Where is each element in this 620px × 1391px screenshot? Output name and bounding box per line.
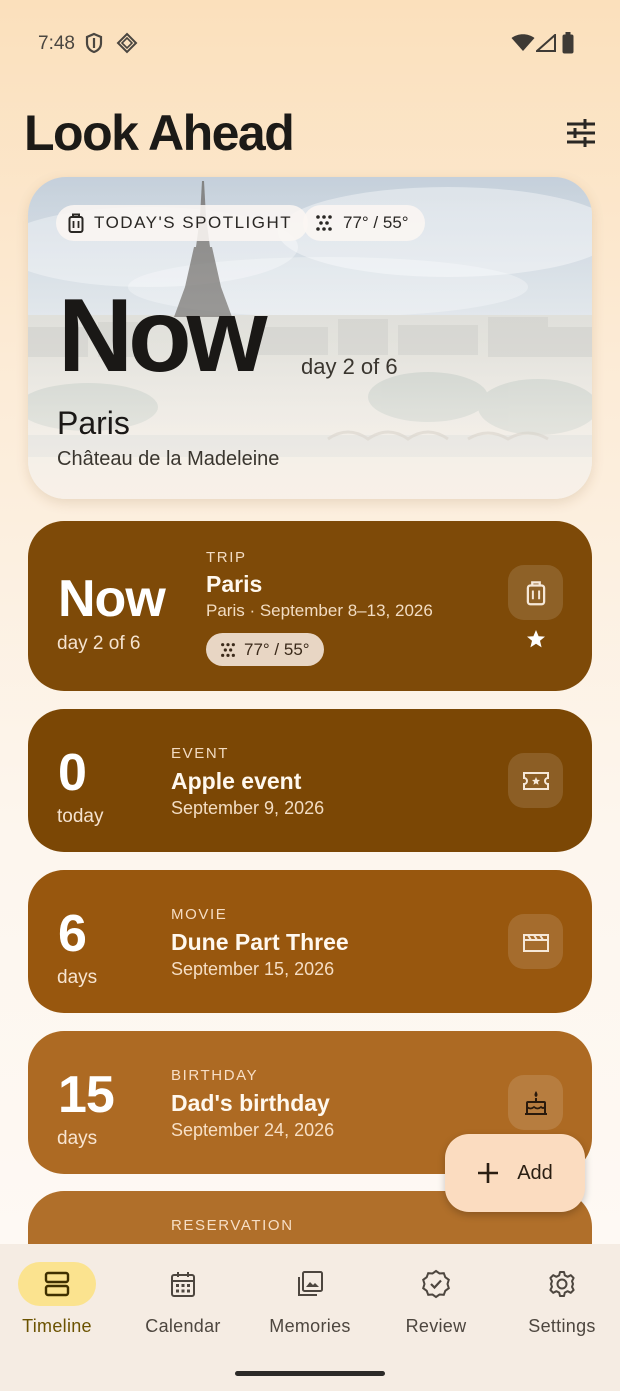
card-count: Now <box>58 570 166 628</box>
card-title: Dune Part Three <box>171 929 349 955</box>
card-title: Apple event <box>171 768 302 794</box>
card-title: Dad's birthday <box>171 1090 330 1116</box>
card-category: MOVIE <box>171 906 228 923</box>
page-title: Look Ahead <box>24 105 295 161</box>
star-icon[interactable] <box>526 629 546 649</box>
nav-item-review[interactable]: Review <box>374 1260 498 1340</box>
nav-item-calendar[interactable]: Calendar <box>121 1260 245 1340</box>
luggage-icon <box>68 213 84 233</box>
card-date: Paris · September 8–13, 2026 <box>206 601 433 620</box>
spotlight-badge: TODAY'S SPOTLIGHT <box>56 205 309 241</box>
nav-item-memories[interactable]: Memories <box>248 1260 372 1340</box>
card-icon-button[interactable] <box>508 914 563 969</box>
movie-icon <box>522 933 549 952</box>
weather-icon <box>316 215 332 231</box>
shield-icon <box>84 32 104 59</box>
add-button[interactable]: Add <box>445 1134 585 1212</box>
filter-button[interactable] <box>560 112 602 154</box>
status-bar: 7:48 <box>0 0 620 88</box>
battery-icon <box>562 32 574 59</box>
memories-icon <box>298 1271 323 1296</box>
card-icon-button[interactable] <box>508 753 563 808</box>
plus-icon <box>478 1163 499 1183</box>
card-unit: days <box>57 967 98 988</box>
nav-label: Settings <box>528 1316 596 1336</box>
nav-label: Calendar <box>145 1316 221 1336</box>
home-indicator[interactable] <box>235 1371 385 1376</box>
card-count: 15 <box>58 1066 115 1124</box>
calendar-icon <box>171 1272 195 1297</box>
card-unit: day 2 of 6 <box>57 633 141 654</box>
weather-chip: 77° / 55° <box>303 205 425 241</box>
nav-active-indicator <box>18 1262 96 1306</box>
timeline-card-event[interactable]: 0 today EVENT Apple event September 9, 2… <box>28 709 592 852</box>
nav-label: Memories <box>269 1316 351 1336</box>
ticket-icon <box>522 771 549 790</box>
card-date: September 24, 2026 <box>171 1120 335 1140</box>
card-unit: days <box>57 1128 98 1149</box>
timeline-icon <box>44 1271 70 1297</box>
status-time: 7:48 <box>38 33 75 54</box>
nav-label: Timeline <box>22 1316 92 1336</box>
add-button-label: Add <box>517 1161 553 1184</box>
card-icon-button[interactable] <box>508 1075 563 1130</box>
card-weather-label: 77° / 55° <box>244 639 310 659</box>
weather-chip-label: 77° / 55° <box>343 213 409 232</box>
card-category: RESERVATION <box>171 1217 294 1234</box>
nav-item-timeline[interactable]: Timeline <box>0 1260 119 1340</box>
card-date: September 15, 2026 <box>171 959 335 979</box>
cake-icon <box>524 1090 547 1115</box>
weather-icon <box>221 642 235 657</box>
vpn-icon <box>116 32 138 59</box>
settings-icon <box>549 1271 575 1297</box>
spotlight-card[interactable]: TODAY'S SPOTLIGHT 77° / 55° Now day 2 of… <box>28 177 592 499</box>
tune-icon <box>567 119 595 147</box>
bottom-navigation: Timeline Calendar Memories Review Settin… <box>0 1244 620 1391</box>
wifi-icon <box>511 34 535 57</box>
spotlight-city: Paris <box>57 405 130 441</box>
spotlight-headline: Now <box>58 278 268 394</box>
card-category: BIRTHDAY <box>171 1067 259 1084</box>
review-icon <box>422 1269 450 1299</box>
spotlight-badge-label: TODAY'S SPOTLIGHT <box>94 213 293 232</box>
card-date: September 9, 2026 <box>171 798 325 818</box>
spotlight-day: day 2 of 6 <box>301 354 398 379</box>
nav-item-settings[interactable]: Settings <box>500 1260 620 1340</box>
nav-label: Review <box>405 1316 467 1336</box>
card-weather-chip: 77° / 55° <box>206 633 324 666</box>
card-count: 0 <box>58 744 87 802</box>
card-count: 6 <box>58 905 87 963</box>
card-icon-button[interactable] <box>508 565 563 620</box>
timeline-card-trip[interactable]: Now day 2 of 6 TRIP Paris Paris · Septem… <box>28 521 592 691</box>
card-category: TRIP <box>206 549 247 566</box>
luggage-icon <box>526 580 545 605</box>
signal-icon <box>534 32 556 57</box>
card-unit: today <box>57 806 104 827</box>
spotlight-place: Château de la Madeleine <box>57 448 280 470</box>
card-title: Paris <box>206 571 263 597</box>
card-category: EVENT <box>171 745 230 762</box>
timeline-card-movie[interactable]: 6 days MOVIE Dune Part Three September 1… <box>28 870 592 1013</box>
